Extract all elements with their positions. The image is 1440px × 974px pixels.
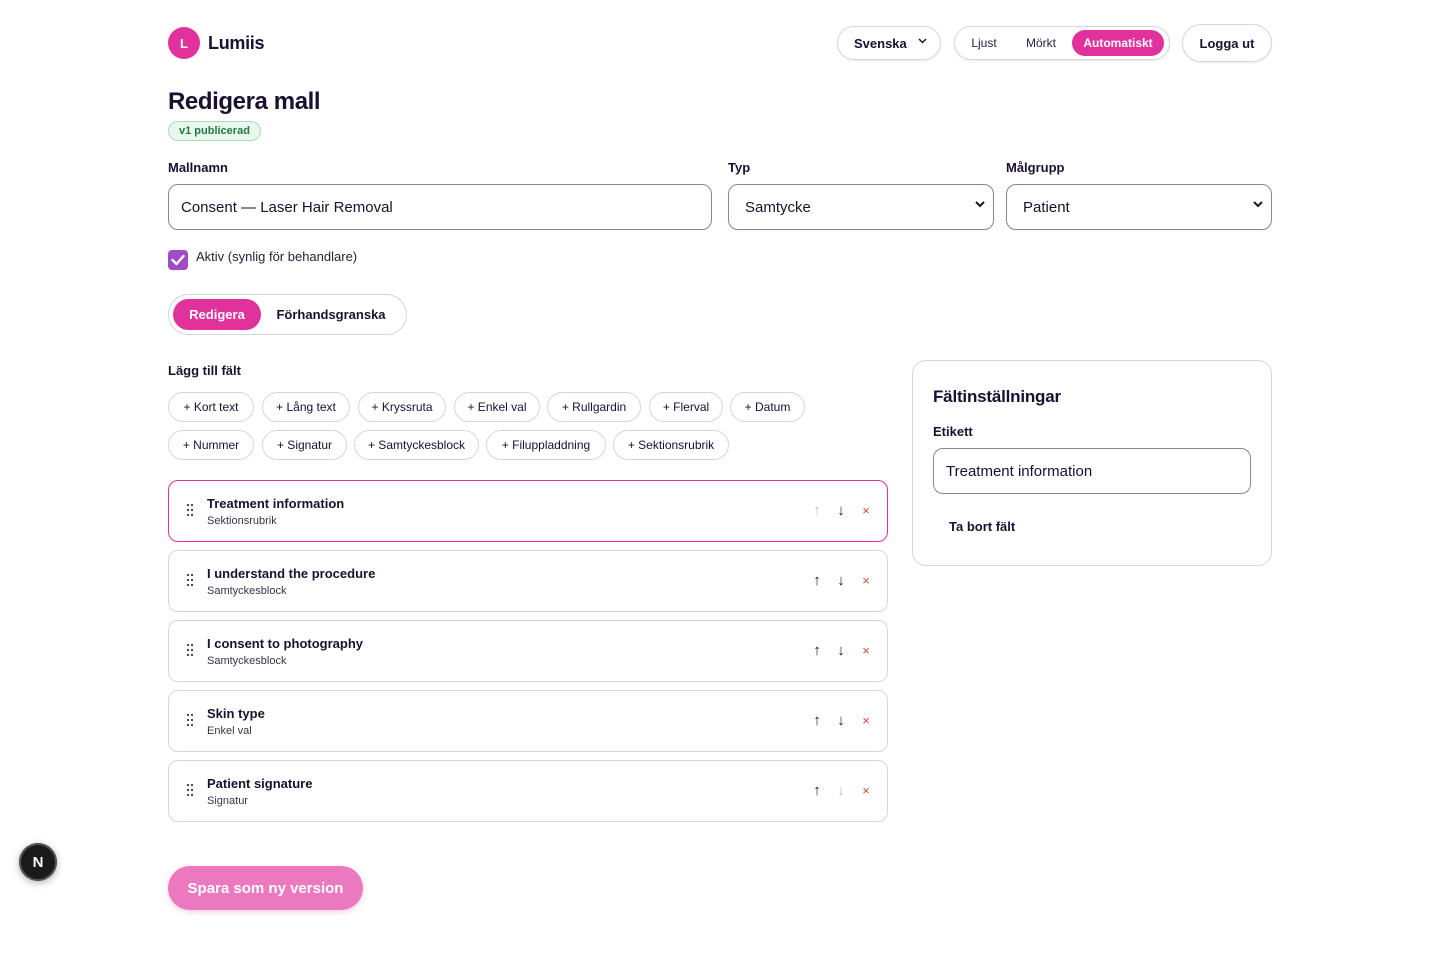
field-item[interactable]: Patient signature Signatur ↑ ↓ × [168, 760, 888, 822]
top-bar: L Lumiis Svenska Ljust Mörkt Automatiskt… [168, 24, 1272, 64]
theme-option-auto[interactable]: Automatiskt [1072, 30, 1164, 56]
move-up-button[interactable]: ↑ [810, 711, 824, 731]
move-down-button[interactable]: ↓ [834, 711, 848, 731]
move-up-button[interactable]: ↑ [810, 641, 824, 661]
page-title: Redigera mall [168, 88, 321, 115]
move-up-button[interactable]: ↑ [810, 781, 824, 801]
template-name-label: Mallnamn [168, 160, 228, 175]
add-single-choice-button[interactable]: + Enkel val [454, 392, 540, 422]
audience-select[interactable]: Patient [1006, 184, 1272, 230]
field-type: Signatur [207, 795, 248, 807]
chevron-down-icon [975, 199, 985, 211]
field-title: I consent to photography [207, 636, 363, 651]
audience-label: Målgrupp [1006, 160, 1065, 175]
field-settings-title: Fältinställningar [933, 387, 1061, 406]
add-date-button[interactable]: + Datum [730, 392, 805, 422]
field-type: Samtyckesblock [207, 655, 287, 667]
theme-switcher: Ljust Mörkt Automatiskt [954, 26, 1170, 60]
theme-option-light[interactable]: Ljust [958, 30, 1010, 56]
field-title: Treatment information [207, 496, 345, 511]
delete-field-button[interactable]: × [859, 781, 873, 801]
add-long-text-button[interactable]: + Lång text [262, 392, 350, 422]
move-down-button[interactable]: ↓ [834, 781, 848, 801]
type-select[interactable]: Samtycke [728, 184, 994, 230]
drag-handle-icon[interactable] [186, 713, 194, 732]
field-title: I understand the procedure [207, 566, 376, 581]
template-name-input[interactable] [168, 184, 712, 230]
save-new-version-button[interactable]: Spara som ny version [168, 866, 363, 910]
move-down-button[interactable]: ↓ [834, 641, 848, 661]
dev-tools-badge[interactable]: N [19, 843, 57, 881]
add-multi-choice-button[interactable]: + Flerval [649, 392, 723, 422]
add-short-text-button[interactable]: + Kort text [168, 392, 254, 422]
field-item[interactable]: Treatment information Sektionsrubrik ↑ ↓… [168, 480, 888, 542]
drag-handle-icon[interactable] [186, 783, 194, 802]
field-item[interactable]: I consent to photography Samtyckesblock … [168, 620, 888, 682]
chevron-down-icon [1253, 199, 1263, 211]
move-up-button[interactable]: ↑ [810, 571, 824, 591]
active-checkbox-label: Aktiv (synlig för behandlare) [196, 249, 358, 264]
field-type: Samtyckesblock [207, 585, 287, 597]
chevron-down-icon [918, 36, 927, 47]
field-title: Patient signature [207, 776, 313, 791]
add-section-heading-button[interactable]: + Sektionsrubrik [613, 430, 729, 460]
version-badge: v1 publicerad [168, 121, 261, 141]
language-value: Svenska [854, 35, 907, 51]
type-label: Typ [728, 160, 751, 175]
delete-field-button[interactable]: × [859, 641, 873, 661]
add-checkbox-button[interactable]: + Kryssruta [358, 392, 446, 422]
type-value: Samtycke [745, 198, 811, 216]
mode-tabs: Redigera Förhandsgranska [168, 294, 407, 335]
field-item[interactable]: Skin type Enkel val ↑ ↓ × [168, 690, 888, 752]
delete-field-button[interactable]: × [859, 571, 873, 591]
add-file-upload-button[interactable]: + Filuppladdning [486, 430, 606, 460]
remove-field-button[interactable]: Ta bort fält [949, 519, 1015, 534]
logout-button[interactable]: Logga ut [1182, 24, 1272, 62]
delete-field-button[interactable]: × [859, 711, 873, 731]
drag-handle-icon[interactable] [186, 503, 194, 522]
add-number-button[interactable]: + Nummer [168, 430, 254, 460]
add-dropdown-button[interactable]: + Rullgardin [547, 392, 641, 422]
move-down-button[interactable]: ↓ [834, 571, 848, 591]
field-label-label: Etikett [933, 424, 973, 439]
logo-mark: L [168, 27, 200, 59]
field-item[interactable]: I understand the procedure Samtyckesbloc… [168, 550, 888, 612]
add-signature-button[interactable]: + Signatur [262, 430, 347, 460]
field-label-input[interactable] [933, 448, 1251, 494]
delete-field-button[interactable]: × [859, 501, 873, 521]
move-down-button[interactable]: ↓ [834, 501, 848, 521]
logo[interactable]: L Lumiis [168, 27, 265, 59]
brand-name: Lumiis [208, 32, 265, 53]
active-checkbox[interactable] [168, 250, 188, 270]
move-up-button[interactable]: ↑ [810, 501, 824, 521]
drag-handle-icon[interactable] [186, 573, 194, 592]
field-settings-panel: Fältinställningar Etikett Ta bort fält [912, 360, 1272, 566]
add-field-heading: Lägg till fält [168, 363, 241, 378]
language-select[interactable]: Svenska [837, 26, 941, 60]
audience-value: Patient [1023, 198, 1070, 216]
field-type: Sektionsrubrik [207, 515, 277, 527]
active-checkbox-row: Aktiv (synlig för behandlare) [168, 249, 357, 270]
checkmark-icon [171, 254, 185, 266]
add-consent-block-button[interactable]: + Samtyckesblock [354, 430, 479, 460]
theme-option-dark[interactable]: Mörkt [1010, 30, 1072, 56]
field-type: Enkel val [207, 725, 252, 737]
tab-edit[interactable]: Redigera [173, 299, 261, 330]
drag-handle-icon[interactable] [186, 643, 194, 662]
tab-preview[interactable]: Förhandsgranska [261, 299, 401, 330]
field-title: Skin type [207, 706, 265, 721]
